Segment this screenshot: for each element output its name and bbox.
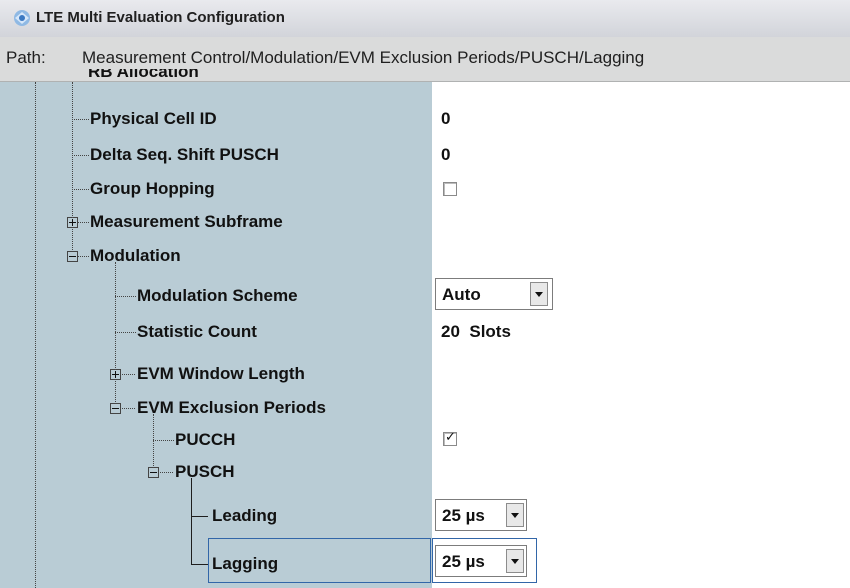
app-icon: [14, 10, 30, 26]
collapse-modulation-icon[interactable]: [67, 251, 78, 262]
path-value: Measurement Control/Modulation/EVM Exclu…: [82, 48, 645, 67]
leading-dropdown[interactable]: 25 µs: [435, 499, 527, 531]
chevron-down-icon[interactable]: [506, 503, 524, 527]
tree-item-delta-seq-shift[interactable]: Delta Seq. Shift PUSCH: [90, 145, 279, 165]
tree-item-group-hopping[interactable]: Group Hopping: [90, 179, 215, 199]
tree-line: [153, 440, 174, 441]
path-label: Path:: [6, 48, 46, 67]
config-tree: RB Allocation Physical Cell ID Delta Seq…: [0, 69, 850, 588]
tree-line: [191, 516, 208, 517]
chevron-down-icon[interactable]: [530, 282, 548, 306]
tree-line: [77, 222, 89, 223]
tree-line: [120, 408, 135, 409]
tree-line: [158, 472, 173, 473]
tree-item-measurement-subframe[interactable]: Measurement Subframe: [90, 212, 283, 232]
tree-item-modulation-scheme[interactable]: Modulation Scheme: [137, 286, 298, 306]
tree-line: [72, 119, 89, 120]
expand-evm-window-length-icon[interactable]: [110, 369, 121, 380]
modulation-scheme-dropdown[interactable]: Auto: [435, 278, 553, 310]
chevron-down-icon[interactable]: [506, 549, 524, 573]
tree-item-statistic-count[interactable]: Statistic Count: [137, 322, 257, 342]
expand-measurement-subframe-icon[interactable]: [67, 217, 78, 228]
check-icon: ✓: [445, 430, 456, 445]
tree-item-leading[interactable]: Leading: [212, 506, 277, 526]
tree-line: [153, 414, 154, 472]
pucch-checkbox[interactable]: ✓: [443, 430, 457, 446]
title-bar: LTE Multi Evaluation Configuration: [0, 0, 850, 38]
tree-line: [72, 189, 89, 190]
tree-line: [120, 374, 135, 375]
tree-line: [191, 564, 208, 565]
physical-cell-id-value: 0: [441, 109, 451, 128]
window-title: LTE Multi Evaluation Configuration: [36, 9, 285, 26]
tree-line: [191, 478, 192, 564]
statistic-count-value: 20 Slots: [441, 322, 511, 341]
lagging-dropdown[interactable]: 25 µs: [435, 545, 527, 577]
collapse-pusch-icon[interactable]: [148, 467, 159, 478]
tree-item-pucch[interactable]: PUCCH: [175, 430, 235, 450]
group-hopping-checkbox[interactable]: [443, 182, 457, 196]
modulation-scheme-value: Auto: [442, 285, 481, 304]
tree-line: [35, 82, 36, 588]
tree-item-evm-exclusion-periods[interactable]: EVM Exclusion Periods: [137, 398, 326, 418]
lagging-label-focus: [208, 538, 431, 583]
tree-item-modulation[interactable]: Modulation: [90, 246, 181, 266]
leading-value: 25 µs: [442, 506, 485, 525]
collapse-evm-exclusion-periods-icon[interactable]: [110, 403, 121, 414]
tree-item-evm-window-length[interactable]: EVM Window Length: [137, 364, 305, 384]
lagging-value: 25 µs: [442, 552, 485, 571]
tree-line: [72, 155, 89, 156]
tree-item-rb-allocation[interactable]: RB Allocation: [88, 69, 199, 82]
tree-line: [77, 256, 89, 257]
tree-line: [115, 262, 116, 408]
tree-line: [115, 296, 136, 297]
delta-seq-shift-value: 0: [441, 145, 451, 164]
tree-line: [115, 332, 136, 333]
tree-item-physical-cell-id[interactable]: Physical Cell ID: [90, 109, 217, 129]
partial-row-clip: RB Allocation: [88, 69, 288, 82]
tree-item-pusch[interactable]: PUSCH: [175, 462, 235, 482]
